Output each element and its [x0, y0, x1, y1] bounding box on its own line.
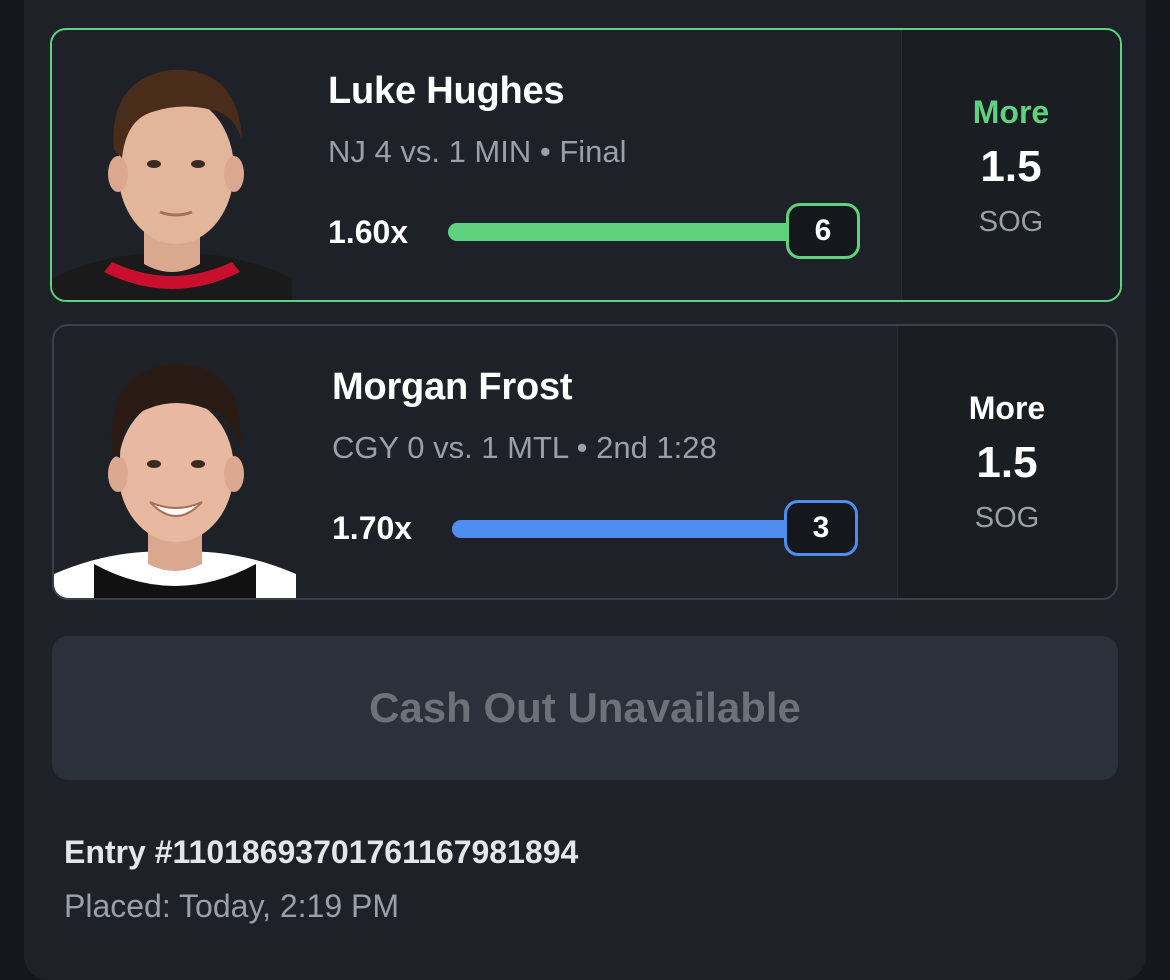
game-status: CGY 0 vs. 1 MTL • 2nd 1:28: [332, 430, 717, 465]
player-headshot: [52, 40, 292, 300]
entry-id: Entry #1101869370176116798​1894: [64, 834, 579, 870]
line-direction: More: [972, 94, 1050, 130]
multiplier: 1.70x: [332, 510, 413, 546]
player-name: Morgan Frost: [332, 366, 573, 408]
game-status: NJ 4 vs. 1 MIN • Final: [328, 134, 627, 169]
cash-out-button[interactable]: Cash Out Unavailable: [52, 636, 1118, 780]
player-name: Luke Hughes: [328, 70, 565, 112]
placed-time: Placed: Today, 2:19 PM: [64, 888, 400, 924]
pick-card-luke-hughes[interactable]: Luke Hughes NJ 4 vs. 1 MIN • Final 1.60x…: [50, 28, 1122, 302]
current-stat-bubble: 3: [784, 500, 858, 556]
stat-progress-fill: [448, 223, 818, 241]
line-stat-type: SOG: [978, 206, 1044, 238]
multiplier: 1.60x: [328, 214, 409, 250]
stat-progress-fill: [452, 520, 822, 538]
line-stat-type: SOG: [974, 502, 1040, 534]
line-box: More 1.5 SOG: [901, 30, 1120, 300]
line-direction: More: [968, 390, 1046, 426]
pick-card-morgan-frost[interactable]: Morgan Frost CGY 0 vs. 1 MTL • 2nd 1:28 …: [52, 324, 1118, 600]
player-headshot: [54, 338, 296, 598]
stat-progress-bar: [448, 223, 818, 241]
line-value: 1.5: [976, 438, 1038, 487]
stat-progress-bar: [452, 520, 822, 538]
line-box: More 1.5 SOG: [897, 326, 1116, 598]
current-stat-bubble: 6: [786, 203, 860, 259]
line-value: 1.5: [980, 142, 1042, 191]
